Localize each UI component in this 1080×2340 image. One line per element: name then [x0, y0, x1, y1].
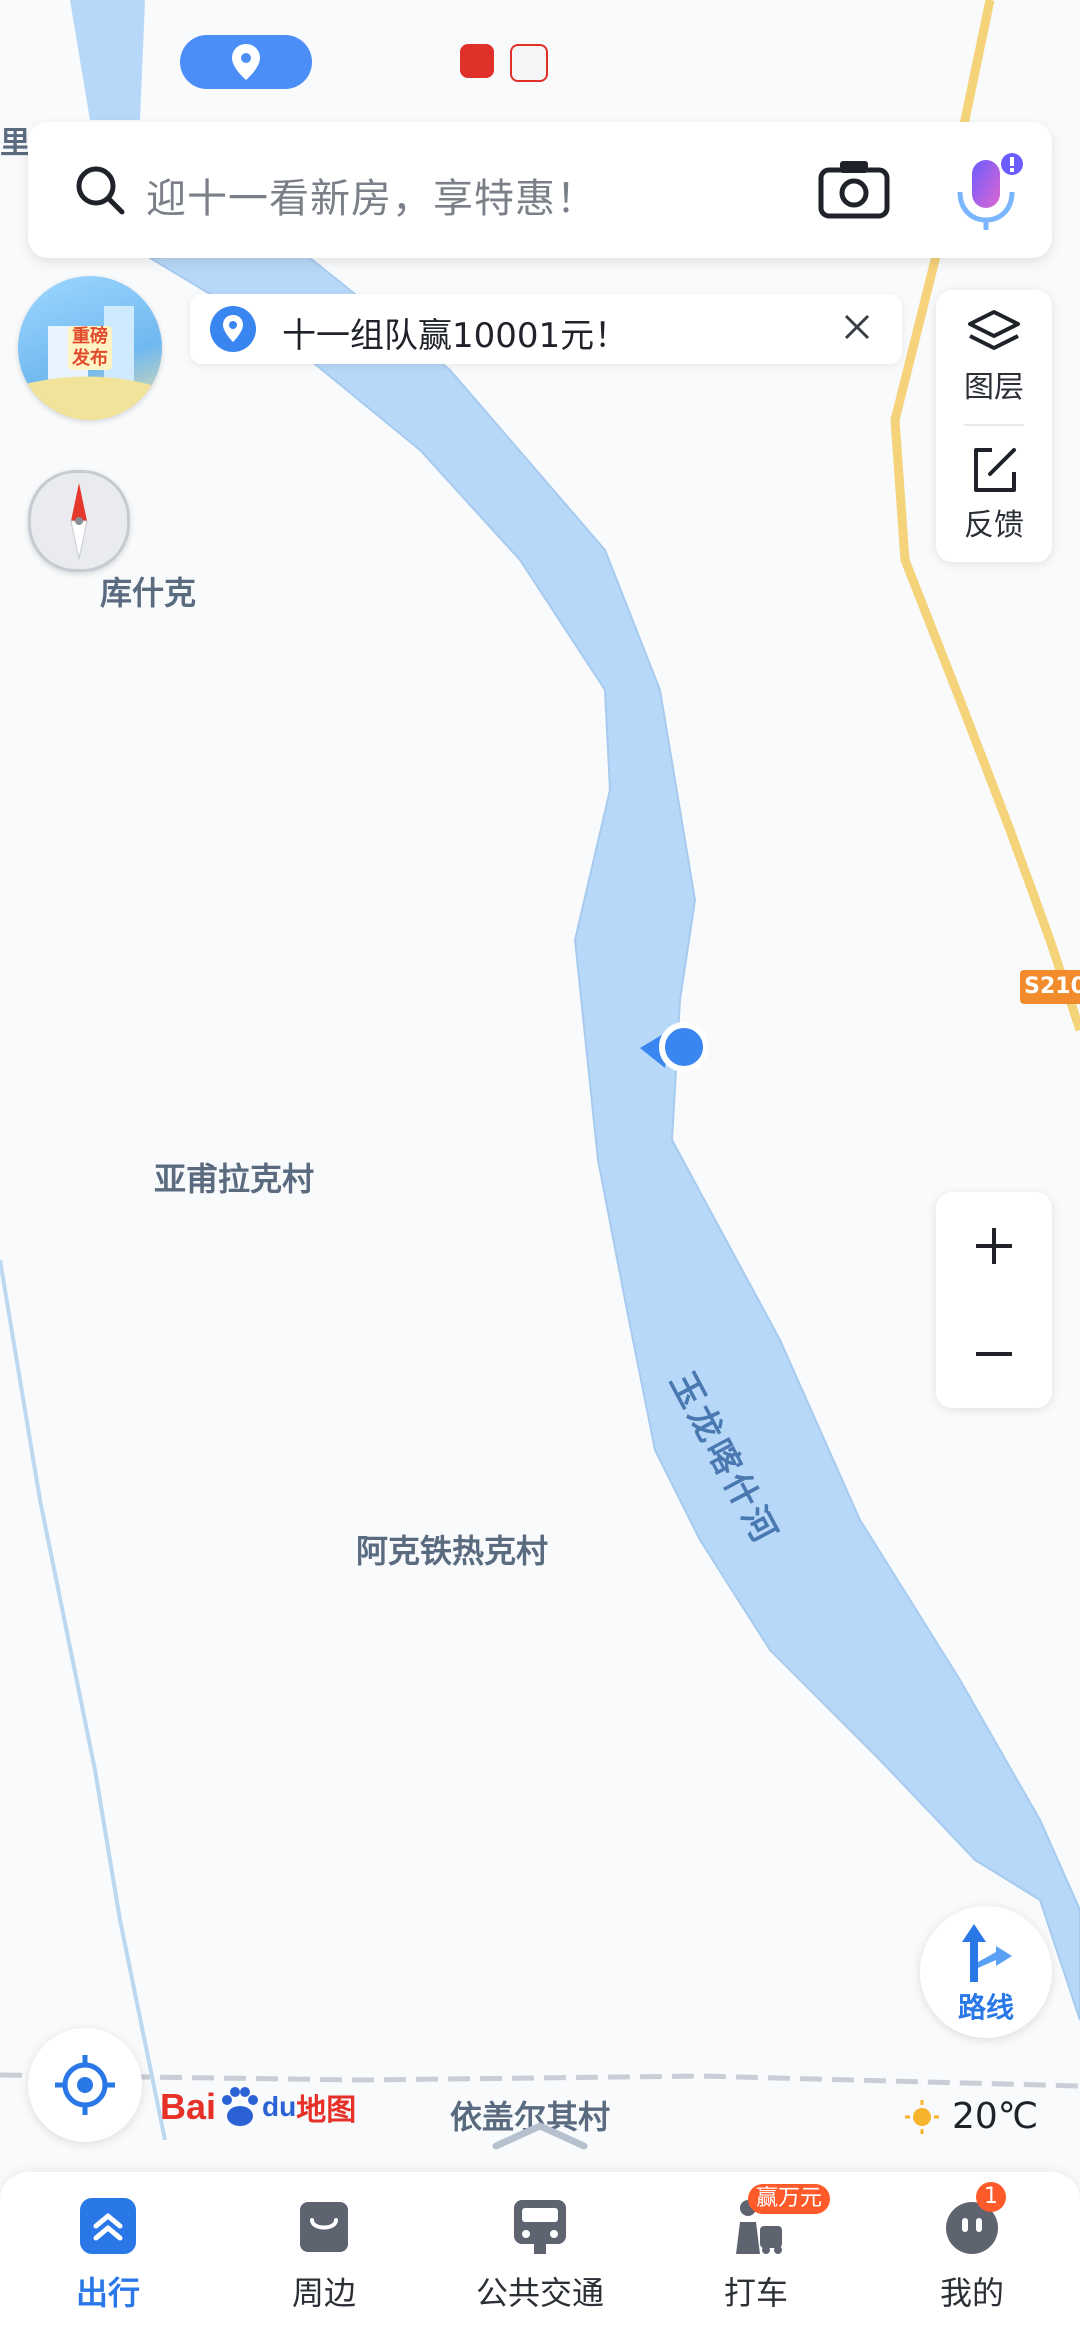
nav-travel-label: 出行: [75, 2274, 140, 2312]
sun-icon: [905, 2099, 939, 2134]
weather-widget[interactable]: 20℃: [904, 2096, 1038, 2137]
map-label-edge: 里: [0, 126, 30, 161]
zoom-in-button[interactable]: [936, 1192, 1052, 1300]
compass-icon: [70, 483, 88, 560]
feedback-edit-icon: [974, 448, 1016, 492]
layers-label: 图层: [964, 370, 1024, 405]
layers-icon: [968, 310, 1020, 350]
app-notification-icon: [510, 44, 548, 82]
feedback-label: 反馈: [964, 508, 1024, 543]
route-arrow-icon: [962, 1924, 1012, 1982]
nav-nearby-label: 周边: [291, 2274, 356, 2312]
nav-taxi-label: 打车: [723, 2274, 788, 2312]
nav-nearby[interactable]: 周边: [234, 2196, 414, 2314]
search-icon: [76, 166, 125, 215]
paw-icon: [222, 2087, 259, 2126]
voice-mic-icon[interactable]: [952, 150, 1024, 234]
logo-map-text: 地图: [296, 2093, 357, 2128]
map-label-yapulake[interactable]: 亚甫拉克村: [154, 1154, 314, 1200]
status-app-icons: [460, 44, 548, 82]
search-bar[interactable]: 迎十一看新房，享特惠！: [28, 122, 1052, 258]
location-pin-icon: [210, 306, 256, 352]
netease-music-icon: [460, 44, 494, 78]
baidu-map-logo: Bai du 地图: [160, 2082, 356, 2132]
minus-icon: [976, 1352, 1012, 1356]
taxi-icon: 赢万元: [726, 2184, 831, 2256]
nav-mine-label: 我的: [939, 2274, 1004, 2312]
zoom-out-button[interactable]: [936, 1300, 1052, 1408]
search-input[interactable]: 迎十一看新房，享特惠！: [146, 166, 597, 224]
shopping-bag-icon: [294, 2196, 354, 2256]
route-button[interactable]: 路线: [920, 1906, 1052, 2038]
nav-transit-label: 公共交通: [475, 2274, 604, 2312]
mine-notification-badge: 1: [976, 2182, 1006, 2212]
promo-avatar[interactable]: 重磅发布: [18, 276, 162, 420]
profile-icon: 1: [942, 2182, 1006, 2256]
logo-bai: Bai: [160, 2086, 217, 2127]
promo-banner[interactable]: 十一组队赢10001元！: [190, 294, 902, 364]
nav-taxi[interactable]: 赢万元 打车: [666, 2184, 846, 2314]
promo-avatar-text: 重磅发布: [68, 326, 112, 370]
location-status-pill[interactable]: [180, 35, 312, 89]
weather-temp: 20℃: [952, 2096, 1039, 2137]
promo-banner-text: 十一组队赢10001元！: [282, 316, 629, 356]
locate-me-button[interactable]: [28, 2028, 142, 2142]
layers-button[interactable]: 图层: [936, 308, 1052, 406]
travel-icon: [78, 2196, 138, 2256]
road-badge: S210: [1020, 970, 1080, 1004]
nav-mine[interactable]: 1 我的: [882, 2182, 1062, 2314]
close-icon[interactable]: [842, 312, 872, 342]
sheet-handle-chevron-icon[interactable]: [490, 2120, 590, 2150]
camera-icon[interactable]: [818, 158, 890, 220]
map-tools-panel: 图层 反馈: [936, 290, 1052, 562]
zoom-controls: [936, 1192, 1052, 1408]
plus-icon: [976, 1228, 1012, 1264]
locate-target-icon: [55, 2055, 115, 2115]
logo-du: du: [262, 2091, 297, 2122]
tools-divider: [964, 424, 1024, 426]
bus-icon: [510, 2196, 570, 2256]
location-pin-icon: [232, 44, 260, 80]
nav-travel[interactable]: 出行: [18, 2196, 198, 2314]
nav-transit[interactable]: 公共交通: [450, 2196, 630, 2314]
compass-button[interactable]: [28, 470, 130, 572]
bottom-nav: 出行 周边 公共交通 赢万元 打车 1 我的: [0, 2172, 1080, 2340]
taxi-promo-badge: 赢万元: [748, 2184, 831, 2214]
map-label-aketierake[interactable]: 阿克铁热克村: [356, 1526, 548, 1572]
feedback-button[interactable]: 反馈: [936, 444, 1052, 544]
user-location-dot: [659, 1022, 709, 1072]
map-label-kushike[interactable]: 库什克: [100, 568, 196, 614]
route-label: 路线: [957, 1991, 1014, 2024]
